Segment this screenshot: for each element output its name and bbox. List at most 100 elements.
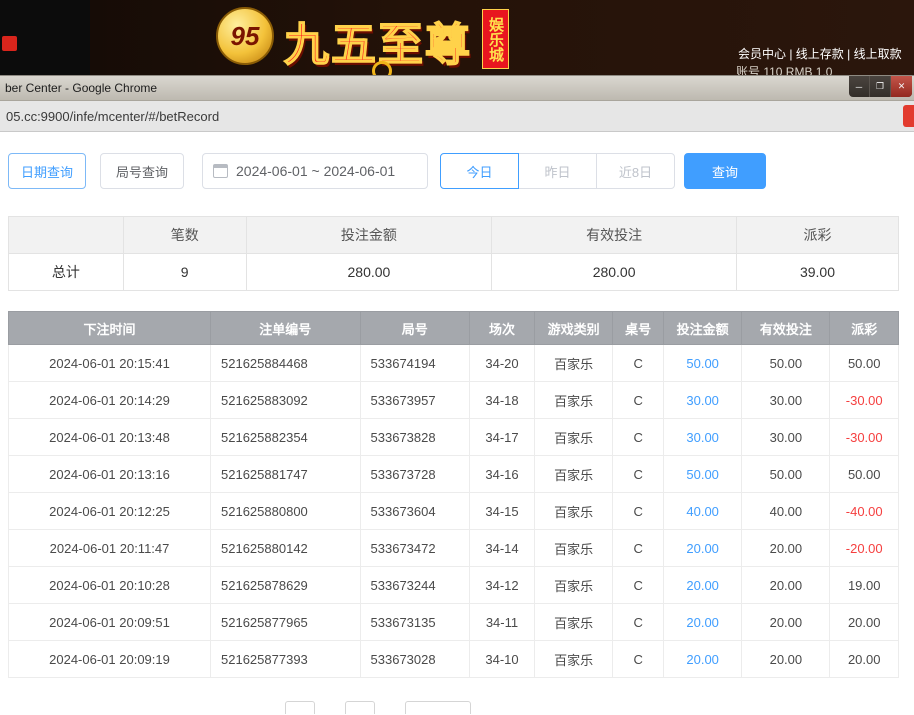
date-query-button[interactable]: 日期查询	[8, 153, 86, 189]
table-cell: 34-10	[469, 640, 535, 678]
pagination-page-button[interactable]	[345, 701, 375, 714]
window-titlebar[interactable]: ber Center - Google Chrome ─ ❐ ✕	[0, 75, 914, 101]
table-cell[interactable]: 30.00	[662, 418, 743, 456]
table-cell[interactable]: 40.00	[662, 492, 743, 530]
table-cell: 百家乐	[533, 381, 614, 419]
table-cell: 533673028	[359, 640, 471, 678]
casino-logo-emblem: 95	[216, 7, 274, 65]
bet-table-body: 2024-06-01 20:15:41 521625884468 533674194…	[7, 344, 899, 678]
summary-bet-amount-value: 280.00	[245, 253, 493, 291]
table-cell[interactable]: 50.00	[662, 455, 743, 493]
round-query-button[interactable]: 局号查询	[100, 153, 184, 189]
yesterday-button[interactable]: 昨日	[518, 153, 597, 189]
table-cell[interactable]: 30.00	[662, 381, 743, 419]
table-cell: 50.00	[829, 344, 899, 382]
table-cell: 2024-06-01 20:09:19	[7, 640, 212, 678]
header-table-no: 桌号	[612, 311, 664, 345]
header-order-id: 注单编号	[210, 311, 361, 345]
window-controls: ─ ❐ ✕	[849, 76, 912, 97]
table-row: 2024-06-01 20:11:47 521625880142 533673472…	[7, 529, 899, 567]
table-cell: 百家乐	[533, 603, 614, 641]
table-cell: -40.00	[829, 492, 899, 530]
pagination-prev-button[interactable]	[285, 701, 315, 714]
table-cell: C	[612, 529, 664, 567]
table-cell: 533673604	[359, 492, 471, 530]
table-cell: C	[612, 566, 664, 604]
table-cell: 百家乐	[533, 529, 614, 567]
minimize-button[interactable]: ─	[849, 76, 870, 97]
table-cell: 34-20	[469, 344, 535, 382]
table-cell[interactable]: 50.00	[662, 344, 743, 382]
table-cell: 521625884468	[210, 344, 361, 382]
table-cell: 20.00	[741, 640, 831, 678]
table-cell: 34-18	[469, 381, 535, 419]
header-session: 场次	[469, 311, 535, 345]
table-cell[interactable]: 20.00	[662, 529, 743, 567]
table-cell: 2024-06-01 20:13:16	[7, 455, 212, 493]
casino-logo-ribbon: 娱乐城	[482, 9, 509, 69]
table-cell: 百家乐	[533, 566, 614, 604]
summary-header-valid-bet: 有效投注	[491, 216, 737, 254]
table-cell[interactable]: 20.00	[662, 640, 743, 678]
table-cell: 533674194	[359, 344, 471, 382]
table-cell: 521625880800	[210, 492, 361, 530]
table-row: 2024-06-01 20:09:51 521625877965 533673135…	[7, 603, 899, 641]
screen: 95 九五至尊 娱乐城 会员中心 | 线上存款 | 线上取款 账号 110 RM…	[0, 0, 914, 715]
table-cell: C	[612, 640, 664, 678]
summary-payout-value: 39.00	[735, 253, 900, 291]
today-button[interactable]: 今日	[440, 153, 519, 189]
bet-record-table: 下注时间 注单编号 局号 场次 游戏类别 桌号 投注金额 有效投注 派彩 202…	[7, 311, 899, 678]
table-cell: 34-14	[469, 529, 535, 567]
search-button[interactable]: 查询	[684, 153, 766, 189]
table-cell: 20.00	[741, 566, 831, 604]
table-cell: 百家乐	[533, 640, 614, 678]
table-cell: 533673957	[359, 381, 471, 419]
header-bet-amount: 投注金额	[662, 311, 743, 345]
page-content: 日期查询 局号查询 2024-06-01 ~ 2024-06-01 今日 昨日 …	[0, 132, 914, 714]
summary-header-count: 笔数	[122, 216, 247, 254]
summary-total-row: 总计 9 280.00 280.00 39.00	[8, 253, 900, 291]
summary-valid-bet-value: 280.00	[491, 253, 737, 291]
header-valid-bet: 有效投注	[741, 311, 831, 345]
table-cell: -20.00	[829, 529, 899, 567]
casino-nav-links[interactable]: 会员中心 | 线上存款 | 线上取款	[738, 45, 914, 62]
date-range-input[interactable]: 2024-06-01 ~ 2024-06-01	[202, 153, 428, 189]
pagination-size-select[interactable]	[405, 701, 471, 714]
maximize-button[interactable]: ❐	[870, 76, 891, 97]
header-round-id: 局号	[359, 311, 471, 345]
summary-header-row: 笔数 投注金额 有效投注 派彩	[8, 216, 900, 254]
table-cell: 521625878629	[210, 566, 361, 604]
table-cell[interactable]: 20.00	[662, 603, 743, 641]
table-cell: 521625877393	[210, 640, 361, 678]
table-cell[interactable]: 20.00	[662, 566, 743, 604]
summary-total-label: 总计	[8, 253, 124, 291]
table-cell: 2024-06-01 20:12:25	[7, 492, 212, 530]
window-title: ber Center - Google Chrome	[5, 81, 158, 95]
table-cell: 50.00	[829, 455, 899, 493]
table-row: 2024-06-01 20:13:48 521625882354 533673828…	[7, 418, 899, 456]
table-cell: C	[612, 418, 664, 456]
summary-header-bet-amount: 投注金额	[245, 216, 493, 254]
quick-date-group: 今日 昨日 近8日	[440, 153, 675, 189]
table-cell: 521625883092	[210, 381, 361, 419]
bet-table-header-row: 下注时间 注单编号 局号 场次 游戏类别 桌号 投注金额 有效投注 派彩	[7, 311, 899, 345]
table-cell: C	[612, 603, 664, 641]
chrome-window: ber Center - Google Chrome ─ ❐ ✕ 05.cc:9…	[0, 75, 914, 715]
last-8-days-button[interactable]: 近8日	[596, 153, 675, 189]
address-bar[interactable]: 05.cc:9900/infe/mcenter/#/betRecord	[6, 109, 219, 124]
close-button[interactable]: ✕	[891, 76, 912, 97]
table-cell: -30.00	[829, 381, 899, 419]
table-cell: 533673135	[359, 603, 471, 641]
table-cell: 2024-06-01 20:14:29	[7, 381, 212, 419]
extension-icon[interactable]	[903, 105, 914, 127]
table-cell: 533673728	[359, 455, 471, 493]
table-row: 2024-06-01 20:14:29 521625883092 533673957…	[7, 381, 899, 419]
table-cell: 521625882354	[210, 418, 361, 456]
summary-count-value: 9	[122, 253, 247, 291]
table-cell: 50.00	[741, 344, 831, 382]
summary-table: 笔数 投注金额 有效投注 派彩 总计 9 280.00 280.00 39.00	[8, 216, 900, 291]
table-cell: 2024-06-01 20:09:51	[7, 603, 212, 641]
header-game-type: 游戏类别	[533, 311, 614, 345]
table-cell: 19.00	[829, 566, 899, 604]
table-cell: 521625880142	[210, 529, 361, 567]
